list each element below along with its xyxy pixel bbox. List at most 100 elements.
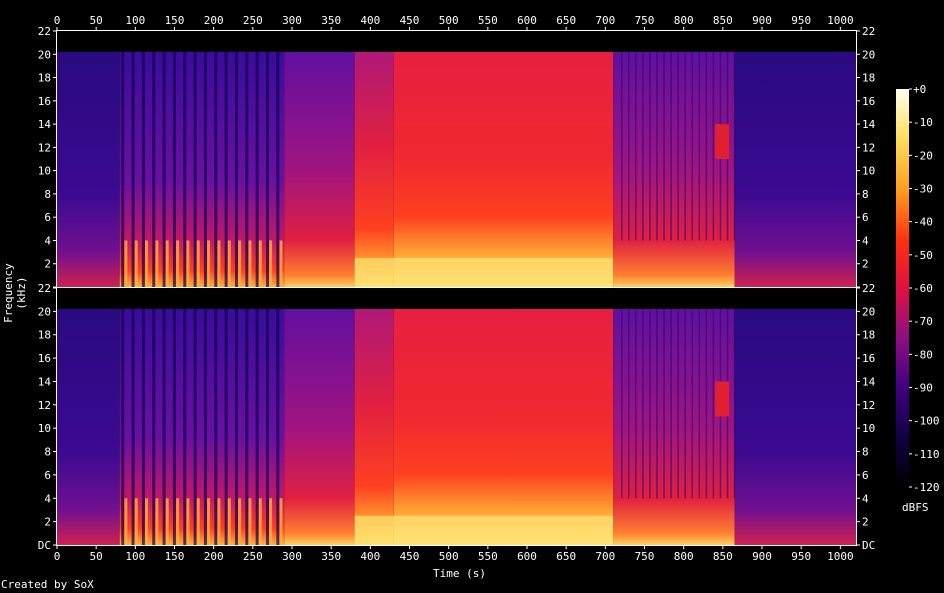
pulse-streak: [628, 51, 630, 241]
x-tick-label-bottom: 0: [54, 550, 61, 563]
y-tick-label-right: 2: [862, 258, 869, 271]
segment-medium: [284, 51, 355, 288]
pulse-highlight: [145, 240, 149, 287]
pulse-streak: [712, 309, 715, 499]
pulse-streak: [698, 51, 701, 241]
colorbar-unit-label: dBFS: [902, 501, 929, 514]
colorbar-tick-label: -110: [913, 448, 940, 461]
x-tick-label-bottom: 550: [478, 550, 498, 563]
tone-patch: [715, 124, 730, 159]
pulse-streak: [656, 309, 658, 499]
x-tick-label-top: 700: [595, 14, 615, 27]
y-tick-label-right: 22: [862, 25, 875, 38]
pulse-streak: [276, 51, 280, 288]
pulse-streak: [265, 51, 269, 288]
segment-quiet: [734, 51, 856, 288]
x-tick-label-bottom: 800: [674, 550, 694, 563]
pulse-highlight: [134, 240, 138, 287]
colorbar-tick-label: -90: [913, 382, 933, 395]
x-tick-label-top: 250: [243, 14, 263, 27]
y-tick-label-right: 8: [862, 188, 869, 201]
pulse-highlight: [155, 498, 159, 545]
pulse-streak: [162, 309, 166, 545]
y-tick-label-right: 20: [862, 48, 875, 61]
x-tick-label-bottom: 200: [204, 550, 224, 563]
pulse-streak: [203, 51, 207, 288]
spectrogram-channel-1: [56, 30, 857, 288]
pulse-streak: [203, 309, 207, 545]
pulse-streak: [255, 51, 259, 288]
y-tick-label-right: 16: [862, 95, 875, 108]
y-tick-label-left: 16: [38, 95, 51, 108]
pulse-highlight: [176, 240, 180, 287]
y-tick-label-left: 10: [38, 165, 51, 178]
pulse-highlight: [196, 240, 200, 287]
colorbar-tick-label: -120: [913, 481, 940, 494]
pulse-highlight: [176, 498, 180, 545]
pulse-streak: [234, 51, 238, 288]
pulse-streak: [733, 309, 736, 499]
y-tick-label-left: 18: [38, 329, 51, 342]
y-tick-label-right: 16: [862, 352, 875, 365]
pulse-streak: [162, 51, 166, 288]
x-tick-label-bottom: 700: [595, 550, 615, 563]
pulse-highlight: [238, 498, 242, 545]
pulse-streak: [224, 51, 228, 288]
pulse-highlight: [269, 240, 273, 287]
pulse-highlight: [238, 240, 242, 287]
y-tick-label-right: 18: [862, 329, 875, 342]
pulse-streak: [733, 51, 736, 241]
pulse-streak: [705, 51, 708, 241]
pulse-streak: [705, 309, 708, 499]
segment-medium: [284, 309, 355, 545]
x-tick-label-bottom: 100: [125, 550, 145, 563]
pulse-streak: [642, 51, 644, 241]
x-tick-label-bottom: 150: [165, 550, 185, 563]
pulse-streak: [245, 51, 249, 288]
pulse-highlight: [227, 498, 231, 545]
y-tick-label-right: 2: [862, 516, 869, 529]
colorbar-tick-label: -80: [913, 348, 933, 361]
pulse-streak: [121, 51, 125, 288]
x-tick-label-top: 150: [165, 14, 185, 27]
pulse-streak: [121, 309, 125, 545]
x-tick-label-top: 550: [478, 14, 498, 27]
pulse-highlight: [124, 498, 128, 545]
colorbar-tick-label: -20: [913, 149, 933, 162]
pulse-streak: [131, 309, 135, 545]
pulse-streak: [684, 309, 686, 499]
y-tick-label-right: 18: [862, 72, 875, 85]
pulse-streak: [131, 51, 135, 288]
pulse-highlight: [279, 240, 283, 287]
pulse-streak: [183, 309, 187, 545]
x-tick-label-bottom: 750: [635, 550, 655, 563]
x-tick-label-top: 950: [791, 14, 811, 27]
pulse-highlight: [186, 498, 190, 545]
y-tick-label-left: 16: [38, 352, 51, 365]
pulse-streak: [224, 309, 228, 545]
pulse-streak: [670, 309, 672, 499]
pulse-highlight: [186, 240, 190, 287]
x-tick-label-bottom: 500: [439, 550, 459, 563]
x-tick-label-bottom: 600: [517, 550, 537, 563]
y-tick-label-left: 20: [38, 305, 51, 318]
pulse-streak: [621, 51, 623, 241]
pulse-highlight: [217, 240, 221, 287]
pulse-streak: [642, 309, 644, 499]
colorbar-tick-label: -40: [913, 216, 933, 229]
pulse-streak: [712, 51, 715, 241]
pulse-streak: [193, 309, 197, 545]
pulse-streak: [172, 309, 176, 545]
x-tick-label-top: 400: [360, 14, 380, 27]
x-tick-label-bottom: 850: [713, 550, 733, 563]
pulse-highlight: [134, 498, 138, 545]
colorbar: [896, 89, 909, 487]
colorbar-tick-label: -10: [913, 116, 933, 129]
segment-quiet: [734, 309, 856, 545]
x-tick-label-bottom: 400: [360, 550, 380, 563]
pulse-highlight: [248, 498, 252, 545]
x-tick-label-top: 850: [713, 14, 733, 27]
pulse-streak: [265, 309, 269, 545]
y-tick-label-right: 22: [862, 282, 875, 295]
pulse-streak: [663, 309, 665, 499]
